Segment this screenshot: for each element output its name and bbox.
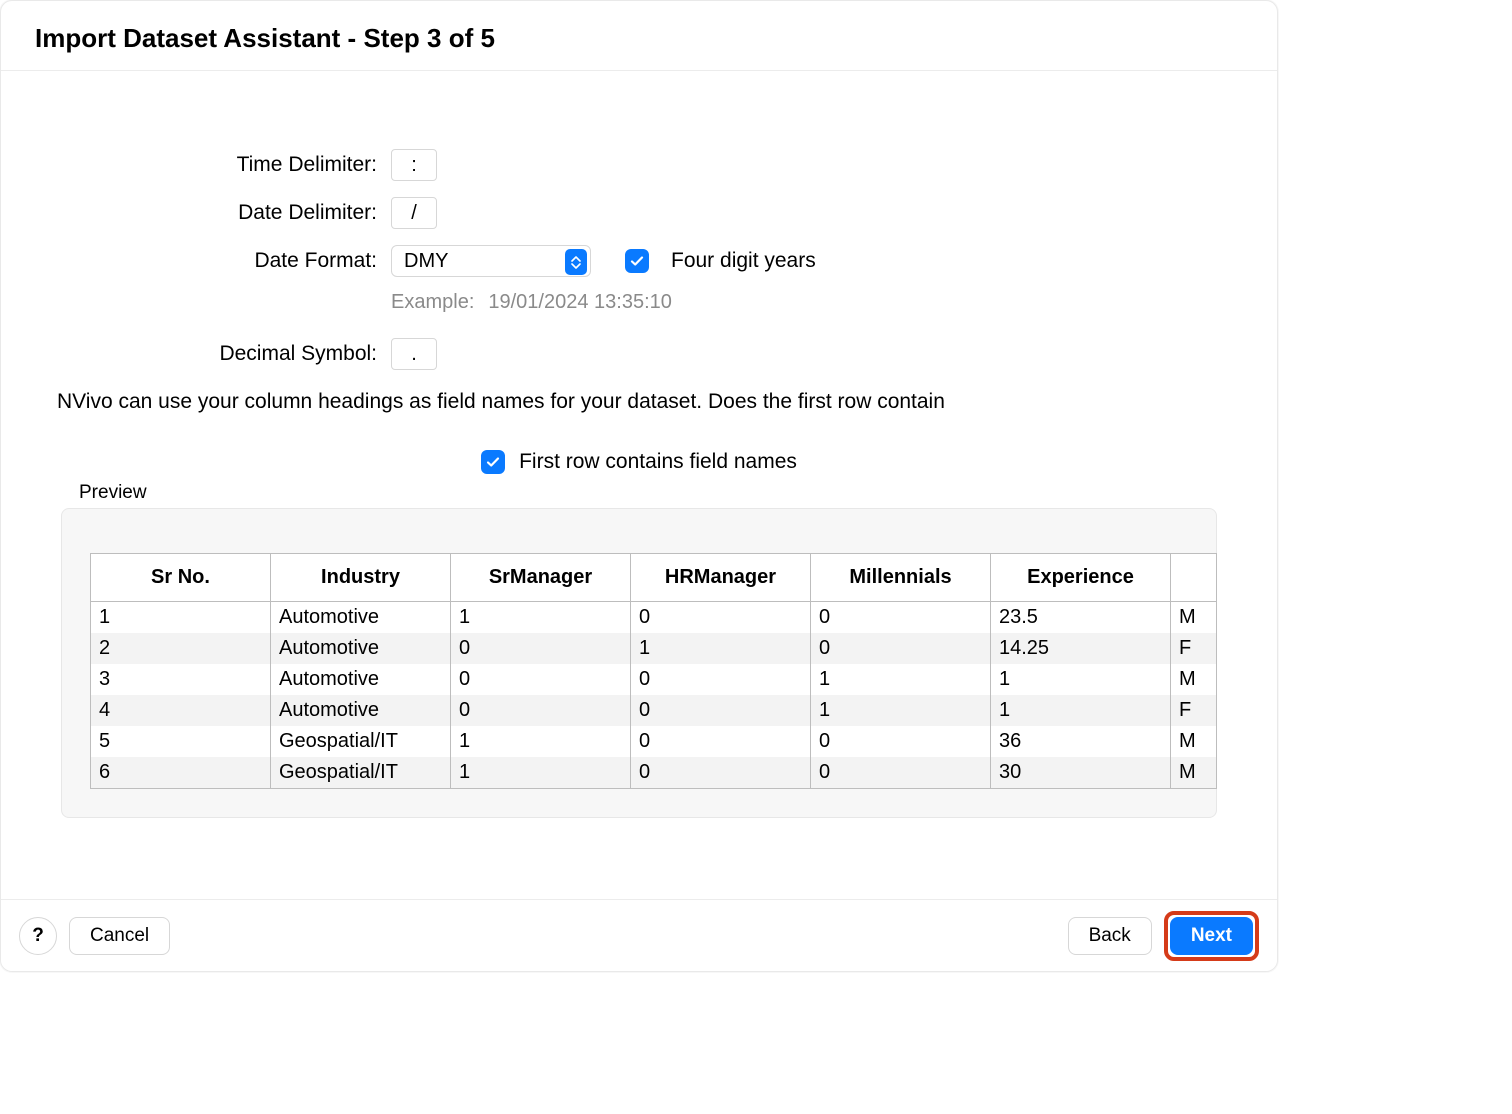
table-cell[interactable]: F: [1171, 633, 1217, 664]
dialog-footer: ? Cancel Back Next: [1, 899, 1277, 971]
time-delimiter-row: Time Delimiter:: [57, 141, 1221, 189]
preview-panel: Sr No.IndustrySrManagerHRManagerMillenni…: [61, 508, 1217, 818]
table-cell[interactable]: 14.25: [991, 633, 1171, 664]
date-format-row: Date Format: DMY Four digit years: [57, 237, 1221, 285]
table-cell[interactable]: Automotive: [271, 664, 451, 695]
table-cell[interactable]: 4: [91, 695, 271, 726]
table-cell[interactable]: 23.5: [991, 602, 1171, 634]
table-row: 2Automotive01014.25F: [91, 633, 1217, 664]
table-cell[interactable]: 0: [631, 757, 811, 789]
help-button[interactable]: ?: [19, 917, 57, 955]
four-digit-years-checkbox[interactable]: [625, 249, 649, 273]
date-delimiter-input[interactable]: [391, 197, 437, 229]
table-cell[interactable]: 0: [631, 726, 811, 757]
date-format-select[interactable]: DMY: [391, 245, 591, 277]
field-names-explanation: NVivo can use your column headings as fi…: [57, 378, 1221, 432]
preview-table: Sr No.IndustrySrManagerHRManagerMillenni…: [90, 553, 1217, 789]
table-cell[interactable]: M: [1171, 757, 1217, 789]
preview-header-cell[interactable]: [1171, 554, 1217, 602]
first-row-fieldnames-label: First row contains field names: [519, 450, 797, 474]
check-icon: [485, 454, 501, 470]
table-cell[interactable]: 1: [991, 695, 1171, 726]
table-cell[interactable]: 1: [811, 695, 991, 726]
table-cell[interactable]: 1: [451, 757, 631, 789]
table-cell[interactable]: 0: [811, 757, 991, 789]
table-cell[interactable]: 30: [991, 757, 1171, 789]
preview-header-cell[interactable]: Experience: [991, 554, 1171, 602]
table-cell[interactable]: M: [1171, 726, 1217, 757]
table-row: 3Automotive0011M: [91, 664, 1217, 695]
table-cell[interactable]: 2: [91, 633, 271, 664]
table-cell[interactable]: 5: [91, 726, 271, 757]
select-stepper-icon: [565, 249, 587, 275]
preview-header-cell[interactable]: Industry: [271, 554, 451, 602]
table-cell[interactable]: F: [1171, 695, 1217, 726]
table-cell[interactable]: 1: [91, 602, 271, 634]
date-delimiter-label: Date Delimiter:: [57, 201, 377, 225]
table-cell[interactable]: Automotive: [271, 695, 451, 726]
table-cell[interactable]: 0: [451, 633, 631, 664]
preview-header-cell[interactable]: SrManager: [451, 554, 631, 602]
dialog-title: Import Dataset Assistant - Step 3 of 5: [1, 1, 1277, 71]
date-format-value: DMY: [404, 250, 448, 273]
preview-label: Preview: [79, 482, 1221, 504]
preview-header-cell[interactable]: HRManager: [631, 554, 811, 602]
dialog-window: Import Dataset Assistant - Step 3 of 5 T…: [0, 0, 1278, 972]
decimal-symbol-row: Decimal Symbol:: [57, 330, 1221, 378]
next-button-highlight: Next: [1164, 911, 1259, 961]
check-icon: [629, 253, 645, 269]
cancel-button[interactable]: Cancel: [69, 917, 170, 955]
table-cell[interactable]: Automotive: [271, 633, 451, 664]
table-cell[interactable]: M: [1171, 664, 1217, 695]
example-value: 19/01/2024 13:35:10: [488, 291, 672, 314]
table-row: 4Automotive0011F: [91, 695, 1217, 726]
next-button[interactable]: Next: [1170, 917, 1253, 955]
decimal-symbol-label: Decimal Symbol:: [57, 342, 377, 366]
first-row-fieldnames-row: First row contains field names: [57, 450, 1221, 474]
table-cell[interactable]: 0: [811, 602, 991, 634]
preview-body: 1Automotive10023.5M2Automotive01014.25F3…: [91, 602, 1217, 789]
four-digit-years-label: Four digit years: [671, 249, 816, 273]
example-label: Example:: [391, 291, 474, 314]
date-format-label: Date Format:: [57, 249, 377, 273]
table-cell[interactable]: Geospatial/IT: [271, 726, 451, 757]
table-cell[interactable]: 0: [811, 633, 991, 664]
table-row: 1Automotive10023.5M: [91, 602, 1217, 634]
table-cell[interactable]: 0: [631, 695, 811, 726]
table-cell[interactable]: 1: [451, 726, 631, 757]
back-button[interactable]: Back: [1068, 917, 1152, 955]
preview-header-cell[interactable]: Sr No.: [91, 554, 271, 602]
table-cell[interactable]: Geospatial/IT: [271, 757, 451, 789]
date-format-example: Example: 19/01/2024 13:35:10: [57, 291, 1221, 314]
dialog-content: Time Delimiter: Date Delimiter: Date For…: [1, 71, 1277, 818]
table-cell[interactable]: 0: [631, 602, 811, 634]
first-row-fieldnames-checkbox[interactable]: [481, 450, 505, 474]
decimal-symbol-input[interactable]: [391, 338, 437, 370]
table-cell[interactable]: 3: [91, 664, 271, 695]
time-delimiter-label: Time Delimiter:: [57, 153, 377, 177]
table-cell[interactable]: 1: [451, 602, 631, 634]
table-cell[interactable]: 1: [991, 664, 1171, 695]
table-cell[interactable]: 6: [91, 757, 271, 789]
table-cell[interactable]: Automotive: [271, 602, 451, 634]
table-cell[interactable]: 0: [451, 695, 631, 726]
preview-header-row: Sr No.IndustrySrManagerHRManagerMillenni…: [91, 554, 1217, 602]
table-cell[interactable]: 1: [811, 664, 991, 695]
table-cell[interactable]: 36: [991, 726, 1171, 757]
table-cell[interactable]: 0: [811, 726, 991, 757]
table-row: 5Geospatial/IT10036M: [91, 726, 1217, 757]
table-cell[interactable]: 1: [631, 633, 811, 664]
preview-header-cell[interactable]: Millennials: [811, 554, 991, 602]
table-cell[interactable]: 0: [451, 664, 631, 695]
table-cell[interactable]: 0: [631, 664, 811, 695]
table-cell[interactable]: M: [1171, 602, 1217, 634]
time-delimiter-input[interactable]: [391, 149, 437, 181]
date-delimiter-row: Date Delimiter:: [57, 189, 1221, 237]
table-row: 6Geospatial/IT10030M: [91, 757, 1217, 789]
